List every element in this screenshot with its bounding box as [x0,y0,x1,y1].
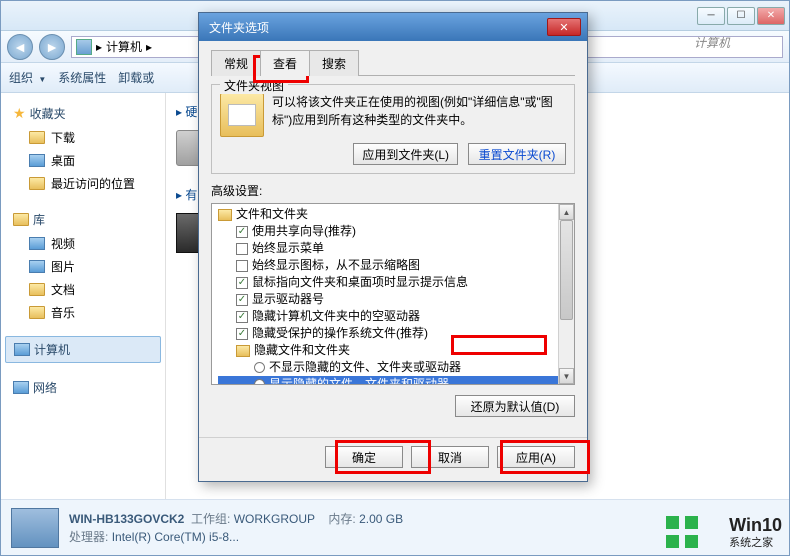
music-icon [29,306,45,319]
scroll-down-button[interactable]: ▼ [559,368,574,384]
desktop-icon [29,154,45,167]
computer-large-icon [11,508,59,548]
sidebar: ★收藏夹 下载 桌面 最近访问的位置 库 视频 图片 文档 音乐 计算机 网络 [1,93,166,499]
document-icon [29,283,45,296]
folder-icon [29,131,45,144]
checkbox-icon[interactable] [236,226,248,238]
tree-checkbox-item[interactable]: 始终显示图标，从不显示缩略图 [218,257,572,274]
checkbox-icon[interactable] [236,260,248,272]
tree-checkbox-item[interactable]: 使用共享向导(推荐) [218,223,572,240]
sidebar-item-recent[interactable]: 最近访问的位置 [5,172,161,195]
tree-item-label: 隐藏计算机文件夹中的空驱动器 [252,308,420,325]
folder-view-desc: 可以将该文件夹正在使用的视图(例如"详细信息"或"图标")应用到所有这种类型的文… [272,93,566,137]
tree-checkbox-item[interactable]: 显示驱动器号 [218,291,572,308]
folder-icon [218,209,232,221]
checkbox-icon[interactable] [236,294,248,306]
tree-radio-item[interactable]: 不显示隐藏的文件、文件夹或驱动器 [218,359,572,376]
video-icon [29,237,45,250]
checkbox-icon[interactable] [236,311,248,323]
tree-checkbox-item[interactable]: 鼠标指向文件夹和桌面项时显示提示信息 [218,274,572,291]
system-properties-button[interactable]: 系统属性 [58,69,106,86]
sidebar-item-videos[interactable]: 视频 [5,232,161,255]
computer-icon [76,39,92,55]
sidebar-item-downloads[interactable]: 下载 [5,126,161,149]
folder-view-title: 文件夹视图 [220,77,288,94]
checkbox-icon[interactable] [236,328,248,340]
folder-view-icon [220,93,264,137]
tree-item-label: 文件和文件夹 [236,206,308,223]
tree-item-label: 使用共享向导(推荐) [252,223,356,240]
apply-button[interactable]: 应用(A) [497,446,575,468]
radio-icon[interactable] [254,362,265,373]
breadcrumb-item[interactable]: 计算机 [106,38,142,55]
scroll-thumb[interactable] [560,220,573,320]
tab-view[interactable]: 查看 [260,50,310,76]
sidebar-item-pictures[interactable]: 图片 [5,255,161,278]
tree-item-label: 不显示隐藏的文件、文件夹或驱动器 [269,359,461,376]
advanced-settings-tree[interactable]: 文件和文件夹使用共享向导(推荐)始终显示菜单始终显示图标，从不显示缩略图鼠标指向… [211,203,575,385]
folder-view-group: 文件夹视图 可以将该文件夹正在使用的视图(例如"详细信息"或"图标")应用到所有… [211,84,575,174]
radio-icon[interactable] [254,379,265,385]
tree-item-label: 始终显示图标，从不显示缩略图 [252,257,420,274]
dialog-close-button[interactable]: ✕ [547,18,581,36]
dialog-actions: 确定 取消 应用(A) [199,437,587,476]
tree-folder: 文件和文件夹 [218,206,572,223]
tree-checkbox-item[interactable]: 隐藏计算机文件夹中的空驱动器 [218,308,572,325]
breadcrumb-sep: ▸ [146,40,152,54]
folder-icon [29,177,45,190]
sidebar-item-documents[interactable]: 文档 [5,278,161,301]
tree-item-label: 鼠标指向文件夹和桌面项时显示提示信息 [252,274,468,291]
checkbox-icon[interactable] [236,277,248,289]
close-button[interactable]: ✕ [757,7,785,25]
forward-button[interactable]: ► [39,34,65,60]
tree-folder: 隐藏文件和文件夹 [218,342,572,359]
scroll-up-button[interactable]: ▲ [559,204,574,220]
tree-item-label: 始终显示菜单 [252,240,324,257]
back-button[interactable]: ◄ [7,34,33,60]
folder-icon [236,345,250,357]
tree-radio-item[interactable]: 显示隐藏的文件、文件夹和驱动器 [218,376,572,385]
minimize-button[interactable]: ─ [697,7,725,25]
restore-defaults-button[interactable]: 还原为默认值(D) [455,395,575,417]
sidebar-network[interactable]: 网络 [5,375,161,400]
tree-item-label: 显示隐藏的文件、文件夹和驱动器 [269,376,449,385]
organize-menu[interactable]: 组织 ▼ [9,69,46,86]
watermark-text: Win10 系统之家 [729,515,782,550]
dialog-title-bar[interactable]: 文件夹选项 ✕ [199,13,587,41]
maximize-button[interactable]: ☐ [727,7,755,25]
sidebar-item-desktop[interactable]: 桌面 [5,149,161,172]
reset-folders-button[interactable]: 重置文件夹(R) [468,143,566,165]
picture-icon [29,260,45,273]
uninstall-button[interactable]: 卸载或 [118,69,154,86]
sidebar-libraries[interactable]: 库 [5,207,161,232]
computer-icon [14,343,30,356]
breadcrumb-sep: ▸ [96,40,102,54]
apply-to-folders-button[interactable]: 应用到文件夹(L) [353,143,458,165]
library-icon [13,213,29,226]
sidebar-computer[interactable]: 计算机 [5,336,161,363]
watermark-logo [666,516,698,548]
tabs: 常规 查看 搜索 [211,49,575,76]
tree-item-label: 隐藏受保护的操作系统文件(推荐) [252,325,428,342]
scrollbar[interactable]: ▲ ▼ [558,204,574,384]
checkbox-icon[interactable] [236,243,248,255]
tab-search[interactable]: 搜索 [309,50,359,76]
ok-button[interactable]: 确定 [325,446,403,468]
advanced-label: 高级设置: [211,182,575,199]
dialog-title: 文件夹选项 [209,19,269,36]
sidebar-item-music[interactable]: 音乐 [5,301,161,324]
status-name: WIN-HB133GOVCK2 [69,512,184,526]
sidebar-favorites[interactable]: ★收藏夹 [5,101,161,126]
cancel-button[interactable]: 取消 [411,446,489,468]
folder-options-dialog: 文件夹选项 ✕ 常规 查看 搜索 文件夹视图 可以将该文件夹正在使用的视图(例如… [198,12,588,482]
tree-checkbox-item[interactable]: 始终显示菜单 [218,240,572,257]
tree-item-label: 显示驱动器号 [252,291,324,308]
search-hint: 计算机 [694,34,730,51]
star-icon: ★ [13,105,26,122]
tree-checkbox-item[interactable]: 隐藏受保护的操作系统文件(推荐) [218,325,572,342]
network-icon [13,381,29,394]
tree-item-label: 隐藏文件和文件夹 [254,342,350,359]
tab-general[interactable]: 常规 [211,50,261,76]
